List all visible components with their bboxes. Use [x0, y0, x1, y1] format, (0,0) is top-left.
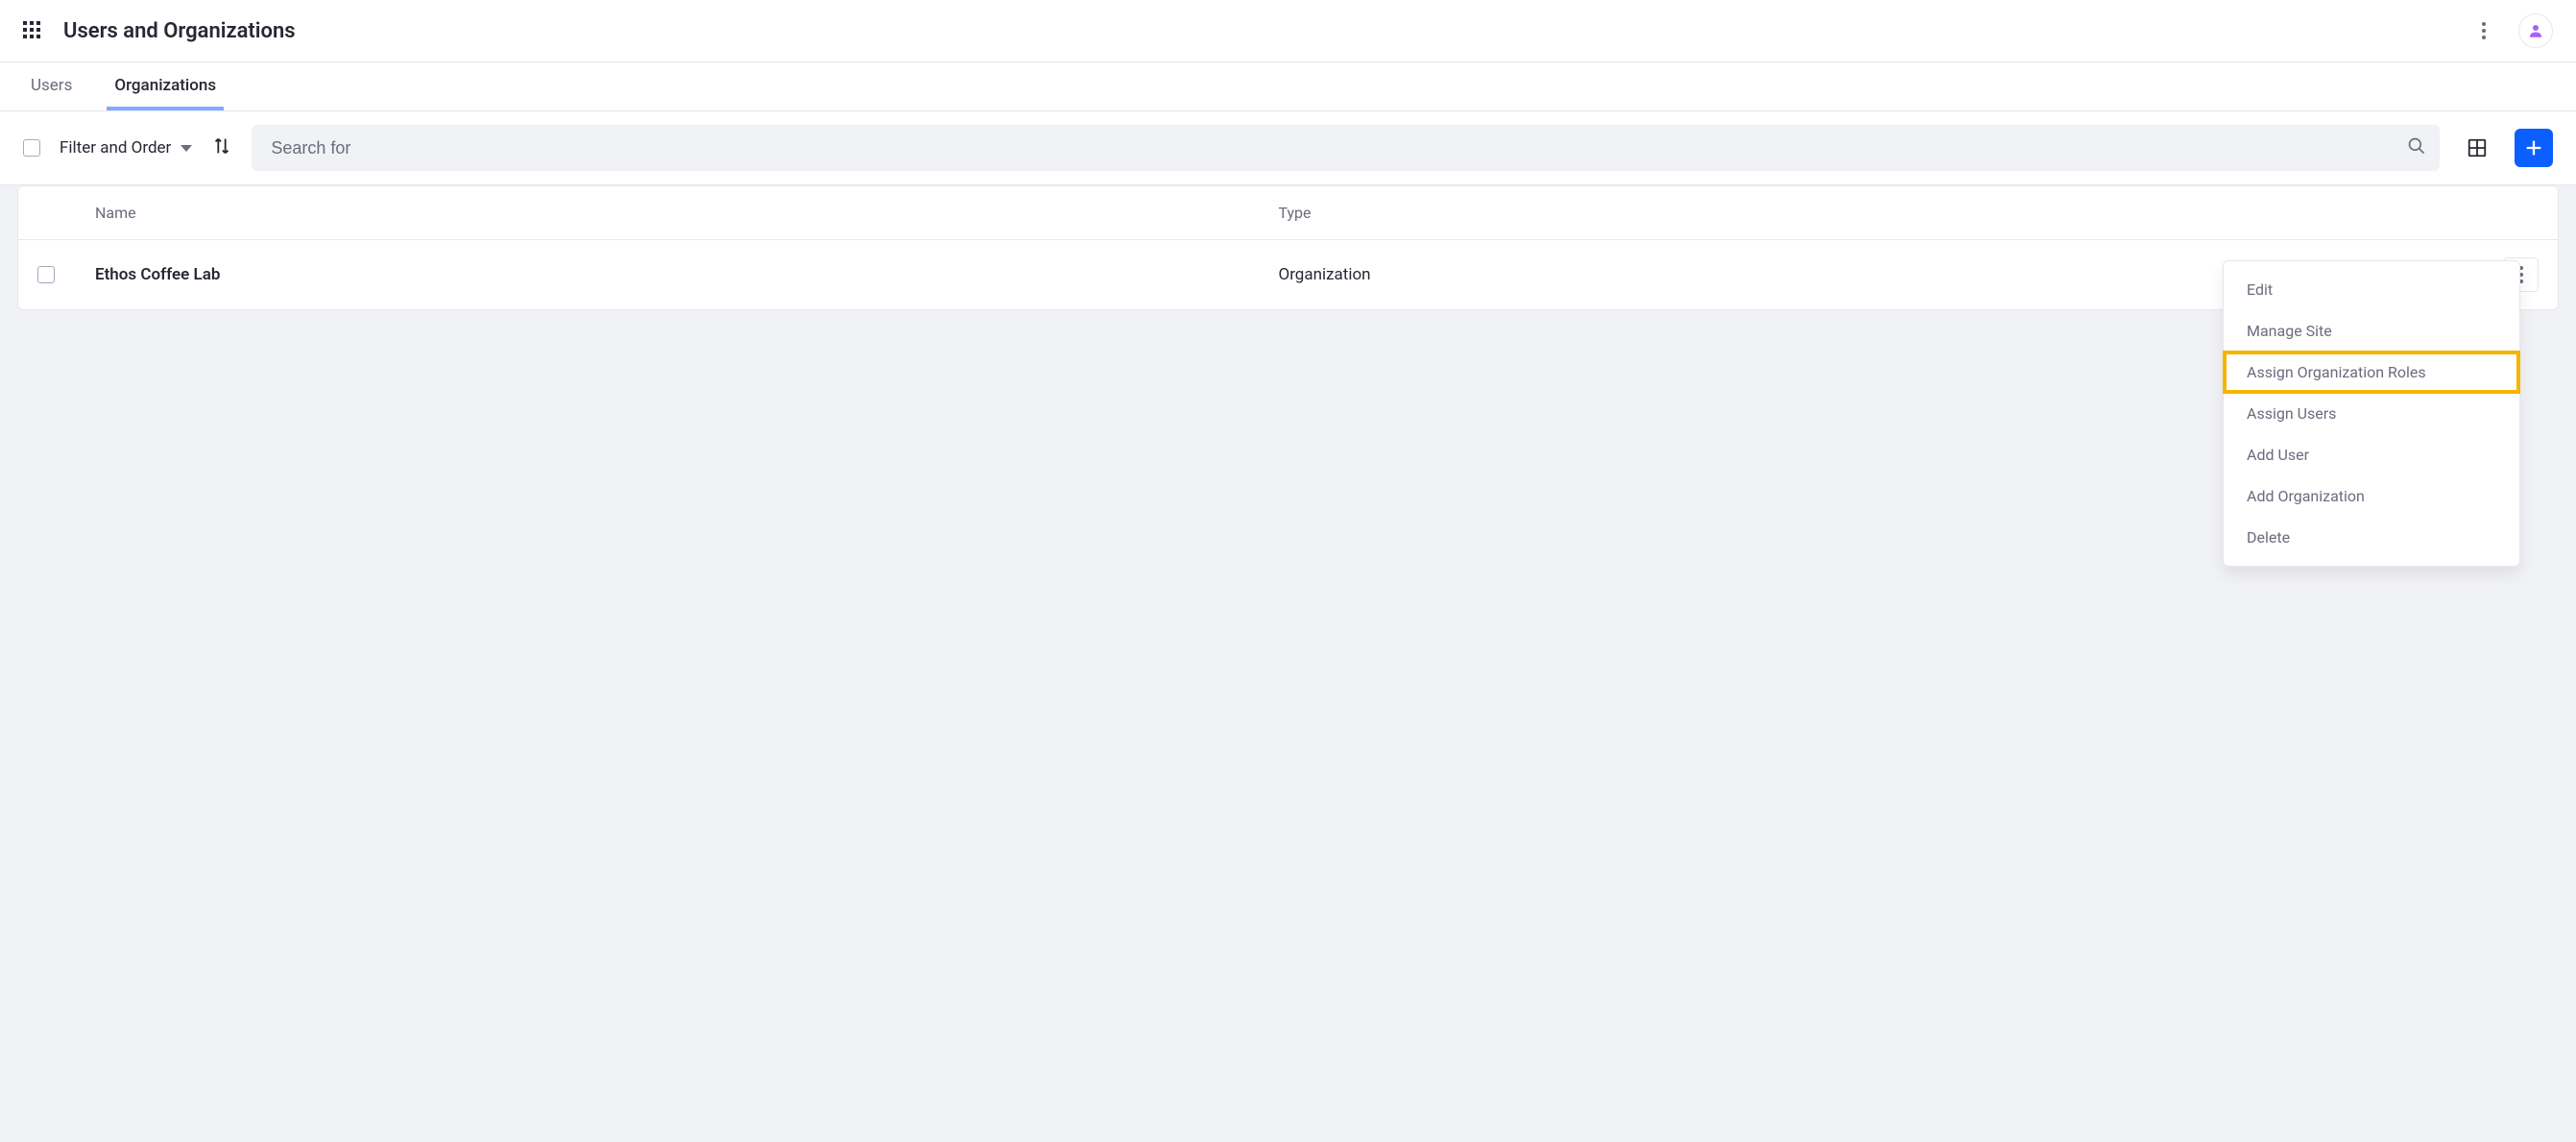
search-button[interactable] — [2407, 136, 2426, 159]
user-avatar[interactable] — [2518, 13, 2553, 48]
sort-arrows-icon — [211, 135, 232, 157]
row-actions-menu: Edit Manage Site Assign Organization Rol… — [2223, 260, 2520, 567]
menu-item-edit[interactable]: Edit — [2224, 269, 2519, 310]
tab-organizations[interactable]: Organizations — [107, 62, 224, 110]
row-checkbox[interactable] — [37, 266, 55, 283]
menu-item-assign-users[interactable]: Assign Users — [2224, 393, 2519, 434]
person-icon — [2527, 22, 2544, 39]
menu-item-delete[interactable]: Delete — [2224, 517, 2519, 558]
search-icon — [2407, 136, 2426, 156]
tabs: Users Organizations — [0, 62, 2576, 111]
grid-icon — [2467, 137, 2488, 158]
column-header-type[interactable]: Type — [1279, 204, 2463, 222]
menu-item-add-user[interactable]: Add User — [2224, 434, 2519, 475]
sort-toggle-button[interactable] — [211, 135, 232, 160]
add-button[interactable] — [2515, 129, 2553, 167]
table-row[interactable]: Ethos Coffee Lab Organization — [18, 240, 2558, 309]
column-header-name[interactable]: Name — [95, 204, 1279, 222]
view-toggle-button[interactable] — [2459, 130, 2495, 166]
search-input[interactable] — [252, 125, 2440, 171]
select-all-checkbox[interactable] — [23, 139, 40, 157]
apps-menu-icon[interactable] — [23, 21, 42, 40]
page-options-button[interactable] — [2467, 13, 2501, 48]
organizations-table: Name Type Ethos Coffee Lab Organization — [17, 185, 2559, 310]
caret-down-icon — [181, 145, 192, 152]
filter-order-dropdown[interactable]: Filter and Order — [60, 138, 192, 158]
tab-users[interactable]: Users — [23, 62, 80, 110]
plus-icon — [2523, 137, 2544, 158]
filter-label: Filter and Order — [60, 138, 171, 158]
row-name[interactable]: Ethos Coffee Lab — [95, 265, 1279, 284]
vertical-dots-icon — [2482, 22, 2486, 39]
page-title: Users and Organizations — [63, 19, 2467, 43]
menu-item-add-organization[interactable]: Add Organization — [2224, 475, 2519, 517]
menu-item-assign-organization-roles[interactable]: Assign Organization Roles — [2224, 352, 2519, 393]
menu-item-manage-site[interactable]: Manage Site — [2224, 310, 2519, 352]
